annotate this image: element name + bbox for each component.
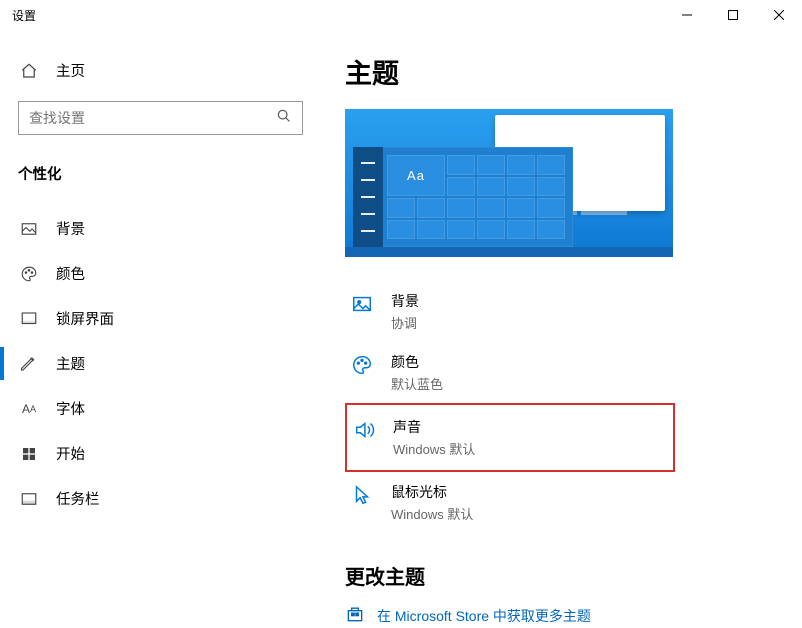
store-icon bbox=[345, 604, 365, 627]
sidebar-section: 个性化 bbox=[0, 149, 321, 192]
home-icon bbox=[20, 62, 38, 80]
page-title: 主题 bbox=[345, 52, 778, 91]
window-title: 设置 bbox=[12, 7, 36, 24]
picture-icon bbox=[351, 293, 373, 315]
taskbar-icon bbox=[20, 490, 38, 508]
theme-icon bbox=[20, 355, 38, 373]
sidebar-item-color[interactable]: 颜色 bbox=[0, 251, 321, 296]
setting-title: 声音 bbox=[393, 417, 475, 437]
setting-cursor[interactable]: 鼠标光标 Windows 默认 bbox=[345, 472, 675, 533]
picture-icon bbox=[20, 220, 38, 238]
sidebar-home-label: 主页 bbox=[56, 60, 85, 81]
speaker-icon bbox=[353, 419, 375, 441]
sidebar-home[interactable]: 主页 bbox=[0, 50, 321, 91]
sidebar: 主页 个性化 背景 颜色 bbox=[0, 30, 321, 628]
sidebar-item-fonts[interactable]: AA 字体 bbox=[0, 386, 321, 431]
sidebar-item-start[interactable]: 开始 bbox=[0, 431, 321, 476]
sidebar-item-label: 任务栏 bbox=[56, 488, 100, 509]
sidebar-item-label: 字体 bbox=[56, 398, 85, 419]
setting-color[interactable]: 颜色 默认蓝色 bbox=[345, 342, 675, 403]
sidebar-item-label: 锁屏界面 bbox=[56, 308, 114, 329]
minimize-button[interactable] bbox=[664, 0, 710, 30]
setting-background[interactable]: 背景 协调 bbox=[345, 281, 675, 342]
content[interactable]: 主题 Aa bbox=[321, 30, 802, 628]
sidebar-item-themes[interactable]: 主题 bbox=[0, 341, 321, 386]
sidebar-item-label: 开始 bbox=[56, 443, 85, 464]
palette-icon bbox=[351, 354, 373, 376]
sidebar-item-label: 主题 bbox=[56, 353, 85, 374]
preview-aa: Aa bbox=[387, 155, 445, 196]
setting-title: 背景 bbox=[391, 291, 419, 311]
palette-icon bbox=[20, 265, 38, 283]
sidebar-nav: 背景 颜色 锁屏界面 主题 AA bbox=[0, 206, 321, 521]
theme-preview: Aa bbox=[345, 109, 673, 257]
font-icon: AA bbox=[20, 400, 38, 418]
window-controls bbox=[664, 0, 802, 30]
search-icon bbox=[276, 108, 292, 129]
store-link-label: 在 Microsoft Store 中获取更多主题 bbox=[377, 606, 591, 626]
start-icon bbox=[20, 445, 38, 463]
sidebar-item-taskbar[interactable]: 任务栏 bbox=[0, 476, 321, 521]
sidebar-item-label: 背景 bbox=[56, 218, 85, 239]
sidebar-item-label: 颜色 bbox=[56, 263, 85, 284]
cursor-icon bbox=[351, 484, 373, 506]
setting-title: 鼠标光标 bbox=[391, 482, 473, 502]
setting-sub: Windows 默认 bbox=[393, 439, 475, 458]
change-theme-heading: 更改主题 bbox=[345, 561, 778, 590]
setting-sub: Windows 默认 bbox=[391, 504, 473, 523]
setting-sub: 协调 bbox=[391, 313, 419, 332]
setting-sub: 默认蓝色 bbox=[391, 374, 443, 393]
maximize-button[interactable] bbox=[710, 0, 756, 30]
search-input[interactable] bbox=[29, 110, 276, 126]
setting-sound[interactable]: 声音 Windows 默认 bbox=[345, 403, 675, 472]
close-button[interactable] bbox=[756, 0, 802, 30]
sidebar-item-background[interactable]: 背景 bbox=[0, 206, 321, 251]
search-box[interactable] bbox=[18, 101, 303, 135]
sidebar-item-lockscreen[interactable]: 锁屏界面 bbox=[0, 296, 321, 341]
lockscreen-icon bbox=[20, 310, 38, 328]
store-link[interactable]: 在 Microsoft Store 中获取更多主题 bbox=[345, 604, 778, 627]
setting-title: 颜色 bbox=[391, 352, 443, 372]
